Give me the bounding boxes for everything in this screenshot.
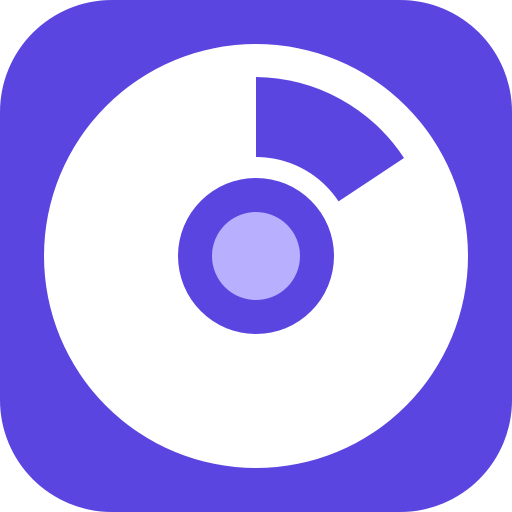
disc-hub-icon xyxy=(212,212,300,300)
disc-app-icon[interactable] xyxy=(0,0,512,512)
app-icon-stage xyxy=(0,0,512,512)
